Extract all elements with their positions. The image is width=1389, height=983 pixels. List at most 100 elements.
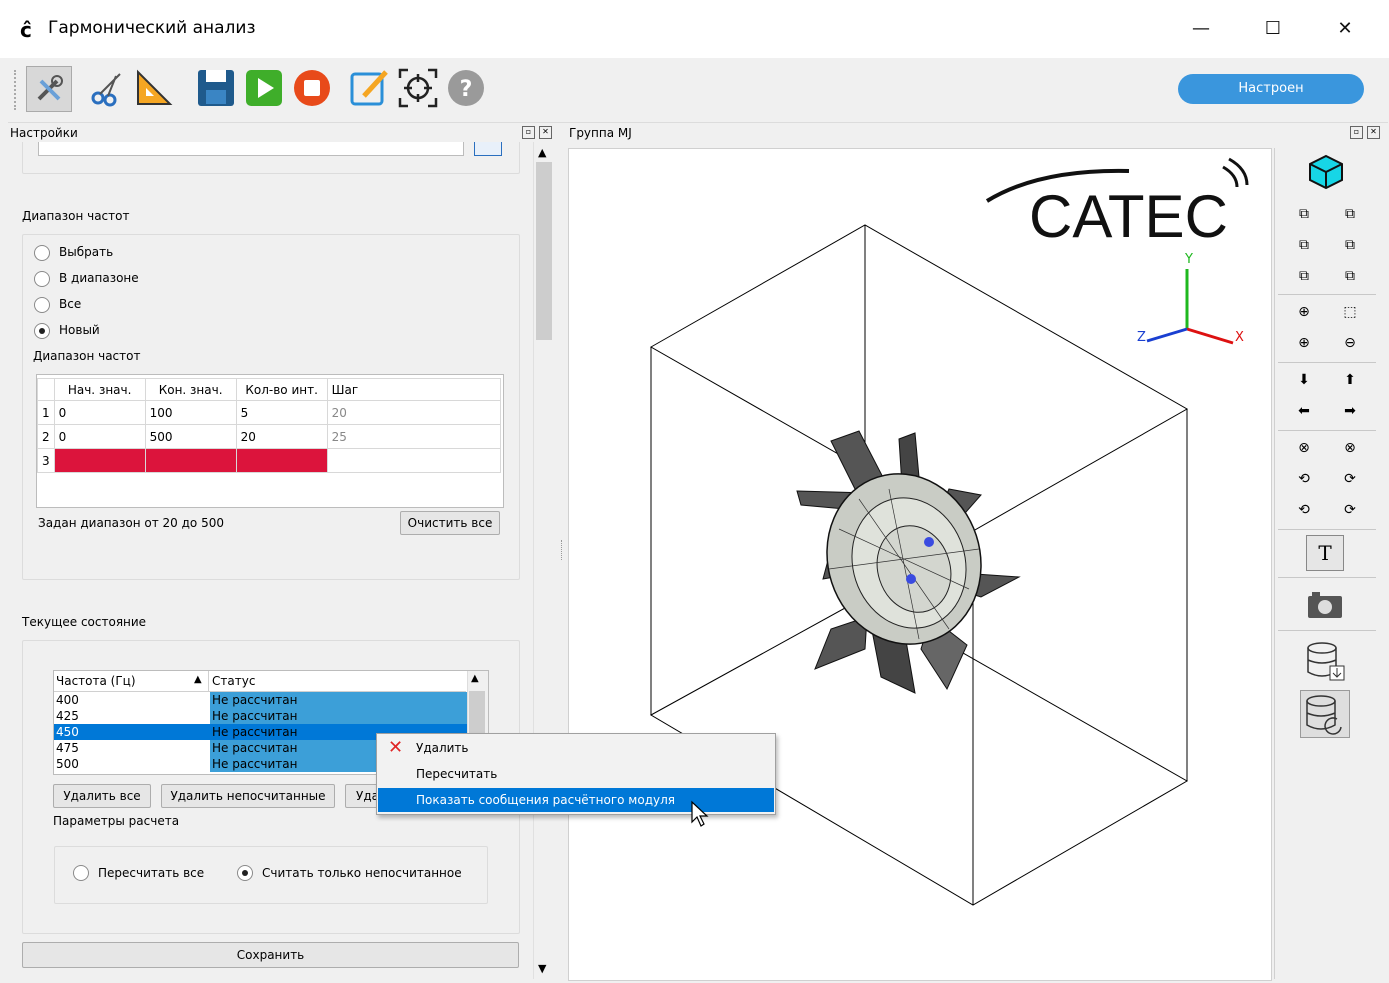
col-frequency[interactable]: Частота (Гц) — [56, 674, 136, 688]
zoom-in-icon[interactable]: ⊕ — [1292, 331, 1316, 355]
delete-uncalculated-button[interactable]: Удалить непосчитанные — [161, 784, 335, 808]
cell-end[interactable]: 500 — [144, 424, 237, 449]
radio-all[interactable] — [34, 297, 50, 313]
help-icon[interactable]: ? — [444, 66, 488, 110]
radio-select[interactable] — [34, 245, 50, 261]
rotate-x-pos-icon[interactable]: ⊗ — [1338, 436, 1362, 460]
row-number: 2 — [37, 424, 55, 449]
clear-all-button[interactable]: Очистить все — [400, 511, 500, 535]
radio-new[interactable] — [34, 323, 50, 339]
edit-icon[interactable] — [348, 66, 392, 110]
browse-icon[interactable] — [474, 142, 502, 156]
cell-start[interactable]: 0 — [53, 424, 146, 449]
col-end[interactable]: Кон. знач. — [144, 378, 237, 401]
ruler-icon[interactable] — [132, 66, 176, 110]
view-right-icon[interactable]: ⧉ — [1338, 233, 1362, 257]
pan-left-icon[interactable]: ⬅ — [1292, 399, 1316, 423]
delete-all-button[interactable]: Удалить все — [53, 784, 151, 808]
cell-start[interactable] — [53, 448, 146, 473]
rotate-y-pos-icon[interactable]: ⟳ — [1338, 467, 1362, 491]
cell-end[interactable]: 100 — [144, 400, 237, 425]
target-icon[interactable] — [396, 66, 440, 110]
rotate-x-neg-icon[interactable]: ⊗ — [1292, 436, 1316, 460]
maximize-button[interactable]: ☐ — [1250, 10, 1296, 48]
database-reload-icon[interactable] — [1300, 690, 1350, 738]
minimize-button[interactable]: — — [1178, 10, 1224, 48]
table-row[interactable]: 3 — [37, 448, 502, 473]
pan-up-icon[interactable]: ⬆ — [1338, 368, 1362, 392]
settings-scroll-thumb[interactable] — [536, 162, 552, 340]
dock-float-icon[interactable]: ▫ — [522, 126, 535, 139]
view-bottom-icon[interactable]: ⧉ — [1338, 264, 1362, 288]
col-count[interactable]: Кол-во инт. — [235, 378, 328, 401]
left-dock-title: Настройки — [10, 126, 78, 140]
text-tool-button[interactable]: T — [1306, 535, 1344, 571]
scroll-up-icon[interactable]: ▲ — [538, 146, 546, 159]
zoom-window-icon[interactable]: ⬚ — [1338, 300, 1362, 324]
toolbar-separator — [1278, 362, 1376, 363]
freq-range-section-title: Диапазон частот — [22, 209, 130, 223]
pan-down-icon[interactable]: ⬇ — [1292, 368, 1316, 392]
table-row[interactable]: 1 0 100 5 20 — [37, 400, 502, 425]
radio-in-range[interactable] — [34, 271, 50, 287]
zoom-fit-icon[interactable]: ⊕ — [1292, 300, 1316, 324]
table-scroll-thumb[interactable] — [469, 691, 485, 739]
cell-start[interactable]: 0 — [53, 400, 146, 425]
dock-close-icon[interactable]: ✕ — [539, 126, 552, 139]
scissors-icon[interactable] — [86, 66, 130, 110]
table-row[interactable]: 425 Не рассчитан — [54, 708, 468, 724]
rotate-z-pos-icon[interactable]: ⟳ — [1338, 498, 1362, 522]
col-start[interactable]: Нач. знач. — [53, 378, 146, 401]
impeller-model — [796, 430, 1021, 694]
status-cell: Не рассчитан — [210, 692, 468, 708]
splitter-handle[interactable] — [561, 540, 564, 560]
cell-step — [326, 448, 502, 473]
col-status[interactable]: Статус — [212, 674, 255, 688]
cell-count[interactable] — [235, 448, 328, 473]
radio-recalc-all[interactable] — [73, 865, 89, 881]
view-left-icon[interactable]: ⧉ — [1292, 233, 1316, 257]
settings-panel: Диапазон частот Выбрать В диапазоне Все … — [8, 142, 558, 979]
stop-icon[interactable] — [290, 66, 334, 110]
radio-new-label: Новый — [59, 323, 100, 337]
dock-close-icon[interactable]: ✕ — [1367, 126, 1380, 139]
cell-count[interactable]: 5 — [235, 400, 328, 425]
rotate-y-neg-icon[interactable]: ⟲ — [1292, 467, 1316, 491]
zoom-out-icon[interactable]: ⊖ — [1338, 331, 1362, 355]
tools-icon[interactable] — [26, 66, 72, 112]
view-front-icon[interactable]: ⧉ — [1292, 202, 1316, 226]
toolbar-grip[interactable] — [14, 70, 20, 110]
save-button[interactable]: Сохранить — [22, 942, 519, 968]
menu-item-delete[interactable]: ✕ Удалить — [378, 736, 774, 760]
database-export-icon[interactable] — [1304, 640, 1348, 684]
run-icon[interactable] — [242, 66, 286, 110]
scroll-up-icon[interactable]: ▲ — [471, 673, 479, 684]
radio-select-label: Выбрать — [59, 245, 114, 259]
cell-end[interactable] — [144, 448, 237, 473]
col-step[interactable]: Шаг — [326, 378, 502, 401]
freq-cell: 400 — [56, 693, 79, 707]
path-input[interactable] — [38, 142, 464, 156]
cell-count[interactable]: 20 — [235, 424, 328, 449]
status-button[interactable]: Настроен — [1178, 74, 1364, 104]
3d-viewport[interactable]: CATEC Y X Z — [568, 148, 1272, 981]
iso-view-icon[interactable] — [1306, 152, 1346, 192]
freq-range-table: Нач. знач. Кон. знач. Кол-во инт. Шаг 1 … — [37, 378, 502, 473]
camera-icon[interactable] — [1306, 590, 1344, 620]
scroll-down-icon[interactable]: ▼ — [538, 962, 546, 975]
view-back-icon[interactable]: ⧉ — [1338, 202, 1362, 226]
dock-float-icon[interactable]: ▫ — [1350, 126, 1363, 139]
close-button[interactable]: ✕ — [1322, 10, 1368, 48]
save-icon[interactable] — [194, 66, 238, 110]
pan-right-icon[interactable]: ➡ — [1338, 399, 1362, 423]
table-row[interactable]: 2 0 500 20 25 — [37, 424, 502, 449]
view-top-icon[interactable]: ⧉ — [1292, 264, 1316, 288]
radio-calc-only-new[interactable] — [237, 865, 253, 881]
state-section-title: Текущее состояние — [22, 615, 147, 629]
menu-item-recalculate[interactable]: Пересчитать — [378, 762, 774, 786]
toolbar-separator — [1278, 577, 1376, 578]
rotate-z-neg-icon[interactable]: ⟲ — [1292, 498, 1316, 522]
table-row[interactable]: 400 Не рассчитан — [54, 692, 468, 708]
scene-svg: CATEC Y X Z — [649, 157, 1249, 906]
menu-item-show-messages[interactable]: Показать сообщения расчётного модуля — [378, 788, 774, 812]
